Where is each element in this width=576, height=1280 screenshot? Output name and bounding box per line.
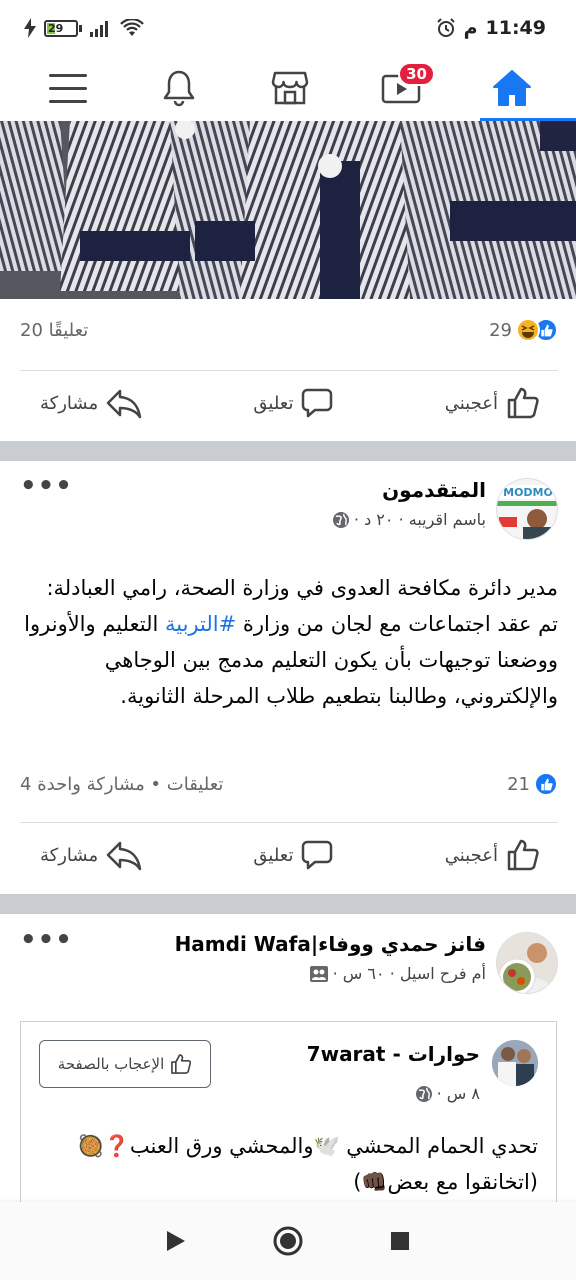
system-navigation-bar [0,1202,576,1280]
shared-page-name[interactable]: حوارات - 7warat [307,1042,480,1066]
post-photo[interactable] [0,121,576,299]
post2-reaction-summary: 4 تعليقات • مشاركة واحدة 21 [20,772,558,796]
like-button[interactable]: أعجبني [445,386,540,420]
home-icon [493,70,531,106]
charging-icon [24,18,36,38]
author-avatar[interactable]: MODMO [496,478,558,540]
notifications-button[interactable] [151,60,207,116]
status-clock: م 11:49 [436,17,546,39]
share-icon [106,389,142,419]
more-options-button[interactable]: ••• [20,473,73,540]
globe-icon [332,511,349,528]
author-avatar[interactable] [496,932,558,994]
home-circle-icon [273,1226,303,1256]
comment-label: تعليق [253,392,294,414]
battery-level: 29 [48,21,64,35]
share-button[interactable]: مشاركة [40,839,142,871]
post1-reaction-summary: 20 تعليقًا 29 [20,318,558,342]
divider [20,370,558,371]
recents-button[interactable] [378,1219,422,1263]
menu-button[interactable] [40,60,96,116]
post-separator [0,441,576,461]
reactions-summary[interactable]: 29 [489,318,558,342]
time: 11:49 [485,17,546,39]
post-stats-link[interactable]: 4 تعليقات • مشاركة واحدة [20,774,223,795]
comment-icon [302,388,333,418]
home-system-button[interactable] [266,1219,310,1263]
post2-header: ••• المتقدمون باسم اقريبه · ٢٠ د · MODMO [20,473,558,540]
share-label: مشاركة [40,844,99,866]
share-icon [106,841,142,871]
shared-post-text: تحدي الحمام المحشي 🕊️والمحشي ورق العنب❓🥘… [77,1134,538,1194]
thumbs-up-icon [507,839,539,871]
reactions-count: 21 [507,773,530,795]
comment-button[interactable]: تعليق [253,387,333,419]
shared-page-avatar[interactable] [492,1040,538,1086]
watch-button[interactable]: 30 [373,60,435,116]
top-nav: 30 [0,56,576,120]
post-meta: أم فرح اسيل · ٦٠ س · [175,964,486,983]
watch-badge: 30 [398,62,435,86]
shared-post-card[interactable]: الإعجاب بالصفحة حوارات - 7warat ٨ س · تح… [20,1021,557,1211]
comments-count-link[interactable]: 20 تعليقًا [20,320,88,341]
store-icon [271,71,309,105]
status-icons: 29 [24,18,144,38]
post-stats: 4 تعليقات • مشاركة واحدة [20,773,224,795]
like-button[interactable]: أعجبني [445,838,540,872]
share-label: مشاركة [40,392,99,414]
back-button[interactable] [154,1219,198,1263]
post-author[interactable]: المتقدمون [332,478,486,502]
thumbs-up-icon [507,387,539,419]
post-meta: باسم اقريبه · ٢٠ د · [332,510,486,529]
post1-actions: مشاركة تعليق أعجبني [40,386,540,420]
reactions-summary[interactable]: 21 [507,772,558,796]
shared-page-meta: ٨ س · [415,1084,480,1103]
menu-icon [49,74,87,103]
reactions-count: 29 [489,319,512,341]
post-author[interactable]: فانز حمدي ووفاء|Hamdi Wafa [175,932,486,956]
like-page-label: الإعجاب بالصفحة [57,1055,165,1073]
time-period: م [463,17,478,39]
like-reaction-icon [534,772,558,796]
comment-icon [302,840,333,870]
post2-text: مدير دائرة مكافحة العدوى في وزارة الصحة،… [24,576,558,708]
post-separator [0,894,576,914]
svg-text:MODMO: MODMO [503,486,553,499]
battery-icon: 29 [44,19,82,37]
like-page-button[interactable]: الإعجاب بالصفحة [39,1040,211,1088]
wifi-icon [120,19,144,36]
like-label: أعجبني [444,844,498,866]
divider [20,822,558,823]
group-icon [309,965,328,982]
haha-reaction-icon [516,318,540,342]
marketplace-button[interactable] [262,60,318,116]
back-triangle-icon [167,1231,185,1251]
status-bar: 29 م 11:49 [0,0,576,56]
signal-icon [90,21,108,37]
thumbs-up-icon [171,1054,192,1074]
comment-button[interactable]: تعليق [253,839,333,871]
hashtag-link[interactable]: #التربية [165,612,236,636]
alarm-icon [436,18,455,37]
recents-square-icon [391,1232,409,1250]
post2-actions: مشاركة تعليق أعجبني [40,838,540,872]
post3-header: ••• فانز حمدي ووفاء|Hamdi Wafa أم فرح اس… [20,927,558,994]
comment-label: تعليق [253,844,294,866]
like-label: أعجبني [444,392,498,414]
globe-icon [415,1085,432,1102]
home-button[interactable] [484,60,540,116]
more-options-button[interactable]: ••• [20,927,73,994]
bell-icon [163,70,195,107]
comments-count: 20 تعليقًا [20,319,89,341]
share-button[interactable]: مشاركة [40,387,142,419]
